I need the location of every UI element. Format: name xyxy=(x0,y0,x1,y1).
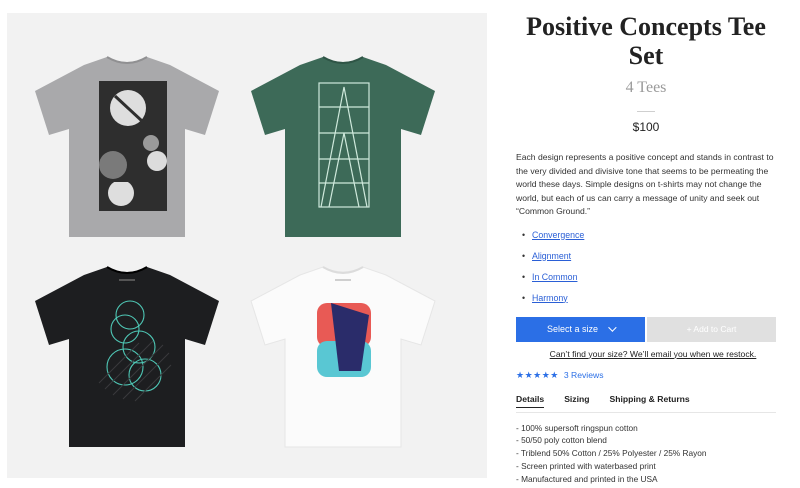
bullet: • xyxy=(522,250,526,261)
green-tee-image xyxy=(245,53,441,239)
reviews-link[interactable]: 3 Reviews xyxy=(564,370,604,380)
product-title: Positive Concepts Tee Set xyxy=(526,12,766,70)
bullet: • xyxy=(522,229,526,240)
design-item-harmony: • Harmony xyxy=(516,292,776,313)
product-subtitle: 4 Tees xyxy=(625,79,667,96)
product-info-panel: Positive Concepts Tee Set 4 Tees $100 Ea… xyxy=(516,0,776,486)
add-to-cart-button[interactable]: + Add to Cart xyxy=(647,316,776,342)
product-price: $100 xyxy=(632,120,660,134)
product-description: Each design represents a positive concep… xyxy=(516,152,774,216)
select-size-button[interactable]: Select a size xyxy=(516,316,645,342)
design-item-in-common: • In Common xyxy=(516,271,776,292)
info-tabs: Details Sizing Shipping & Returns xyxy=(516,394,776,408)
grey-tee-image xyxy=(29,53,225,239)
design-link-harmony[interactable]: Harmony xyxy=(532,292,568,305)
chevron-down-icon xyxy=(608,323,617,332)
white-tee-image xyxy=(245,263,441,449)
bullet: • xyxy=(522,271,526,282)
tab-divider xyxy=(516,411,776,413)
design-list: • Convergence • Alignment • In Common • Harm… xyxy=(516,229,776,313)
tab-sizing[interactable]: Sizing xyxy=(564,394,589,408)
details-item: - 100% supersoft ringspun cotton xyxy=(516,422,638,433)
tab-shipping-returns[interactable]: Shipping & Returns xyxy=(610,394,690,408)
restock-link[interactable]: Can’t find your size? We’ll email you wh… xyxy=(516,349,776,359)
details-item: - 50/50 poly cotton blend xyxy=(516,435,607,446)
design-item-alignment: • Alignment xyxy=(516,250,776,271)
details-item: - Manufactured and printed in the USA xyxy=(516,474,658,485)
reviews-summary[interactable]: ★★★★★ 3 Reviews xyxy=(516,370,776,381)
product-image[interactable] xyxy=(7,13,487,478)
purchase-actions: Select a size + Add to Cart xyxy=(516,316,776,342)
tab-details[interactable]: Details xyxy=(516,394,545,408)
select-size-label: Select a size xyxy=(546,324,599,334)
design-link-alignment[interactable]: Alignment xyxy=(532,250,571,263)
star-rating-icon: ★★★★★ xyxy=(516,369,559,380)
details-item: - Screen printed with waterbased print xyxy=(516,461,656,472)
black-tee-image xyxy=(29,263,225,449)
bullet: • xyxy=(522,292,526,303)
design-item-convergence: • Convergence xyxy=(516,229,776,250)
design-link-convergence[interactable]: Convergence xyxy=(532,229,584,242)
title-divider xyxy=(637,111,655,112)
details-list: - 100% supersoft ringspun cotton - 50/50… xyxy=(516,422,776,487)
details-item: - Triblend 50% Cotton / 25% Polyester / … xyxy=(516,448,707,459)
design-link-in-common[interactable]: In Common xyxy=(532,271,577,284)
